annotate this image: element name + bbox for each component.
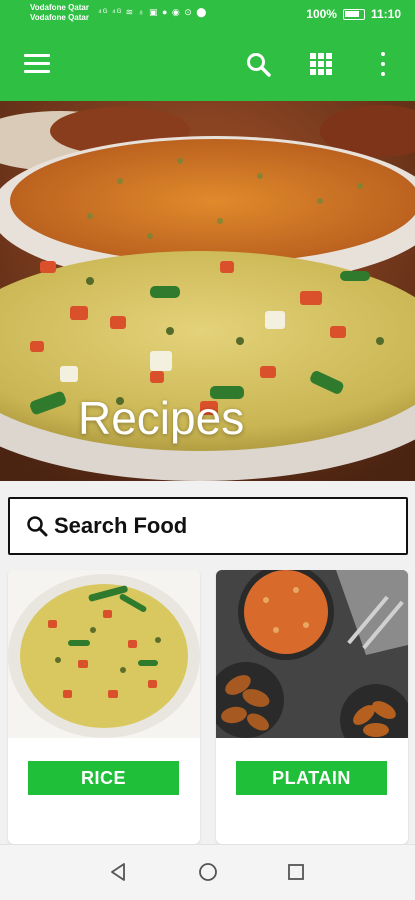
search-icon[interactable] bbox=[246, 52, 272, 78]
platain-card[interactable]: PLATAIN bbox=[216, 570, 408, 844]
platain-image bbox=[216, 570, 408, 738]
rice-image bbox=[8, 570, 200, 738]
status-icons: ⁴ᴳ ⁴ᴳ ≋ ♁ ▣ ● ◉ ⊙ ⬤ bbox=[98, 7, 208, 17]
carrier-info: Vodafone Qatar Vodafone Qatar bbox=[30, 3, 89, 23]
hero-title: Recipes bbox=[78, 392, 245, 444]
rice-card[interactable]: RICE bbox=[8, 570, 200, 844]
recents-icon[interactable] bbox=[281, 857, 311, 887]
search-field-icon bbox=[27, 516, 48, 537]
battery-icon bbox=[342, 8, 365, 20]
system-nav-bar bbox=[0, 844, 415, 900]
carrier-1: Vodafone Qatar bbox=[30, 3, 89, 12]
carrier-2: Vodafone Qatar bbox=[30, 13, 89, 22]
status-bar: Vodafone Qatar Vodafone Qatar ⁴ᴳ ⁴ᴳ ≋ ♁ … bbox=[0, 0, 415, 30]
rice-button[interactable]: RICE bbox=[28, 761, 179, 795]
more-vert-icon[interactable] bbox=[378, 52, 388, 76]
home-icon[interactable] bbox=[193, 857, 223, 887]
hero-banner: Recipes bbox=[0, 101, 415, 481]
search-food-input[interactable]: Search Food bbox=[8, 497, 408, 555]
back-icon[interactable] bbox=[104, 857, 134, 887]
app-bar bbox=[0, 30, 415, 101]
menu-icon[interactable] bbox=[24, 54, 50, 74]
battery-percent: 100% bbox=[306, 7, 337, 21]
status-right: 100% 11:10 bbox=[306, 7, 401, 21]
clock: 11:10 bbox=[370, 7, 401, 21]
platain-button[interactable]: PLATAIN bbox=[236, 761, 387, 795]
search-placeholder: Search Food bbox=[54, 513, 188, 538]
grid-icon[interactable] bbox=[310, 53, 332, 75]
